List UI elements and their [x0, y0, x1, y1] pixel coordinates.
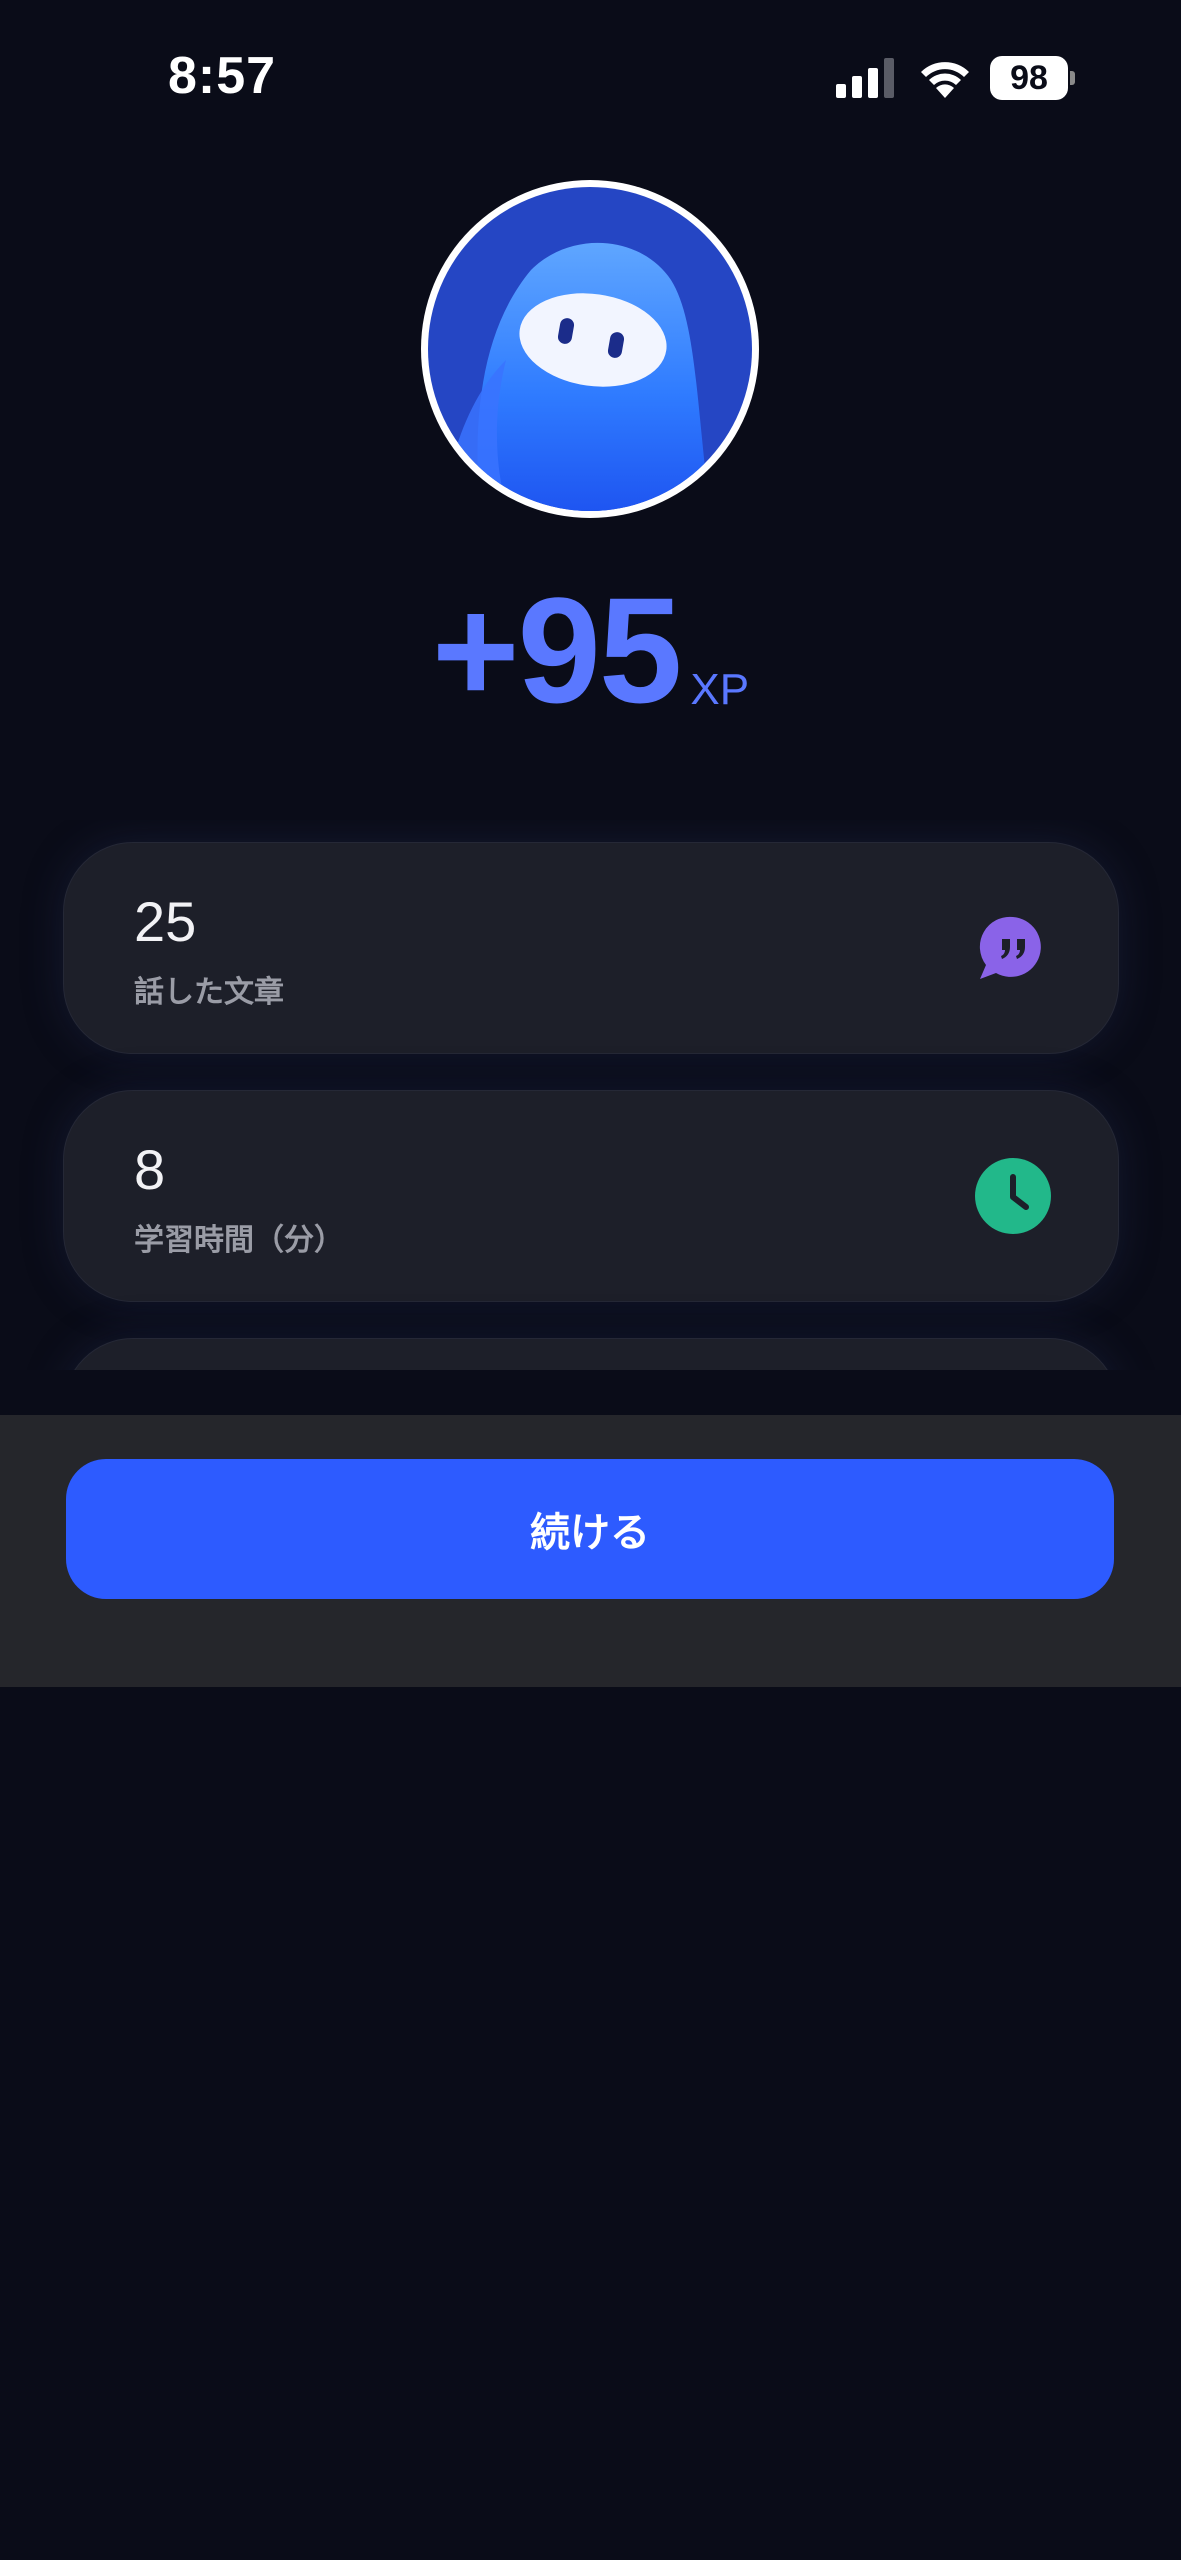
status-time: 8:57: [168, 47, 277, 105]
stat-value: 8: [134, 1138, 166, 1201]
battery-level: 98: [990, 56, 1068, 100]
xp-value: +95: [431, 566, 682, 734]
xp-earned: +95 XP: [0, 575, 1181, 725]
stat-card-partial: [63, 1338, 1119, 1370]
stat-card-sentences: 25 話した文章: [63, 842, 1119, 1054]
ghost-mascot-avatar: [421, 180, 759, 518]
quote-bubble-icon: [979, 916, 1041, 979]
clock-icon: [975, 1158, 1051, 1234]
wifi-icon: [921, 62, 969, 98]
stat-card-study-time: 8 学習時間（分）: [63, 1090, 1119, 1302]
bottom-action-bar: 続ける: [0, 1415, 1181, 1687]
xp-unit: XP: [690, 665, 750, 714]
stats-list: 25 話した文章 8 学習時間（分）: [0, 820, 1181, 1370]
cellular-signal-icon: [836, 58, 894, 98]
battery-indicator: 98: [990, 56, 1075, 100]
stat-label: 話した文章: [134, 975, 284, 1010]
stat-value: 25: [134, 890, 197, 953]
continue-button[interactable]: 続ける: [66, 1459, 1114, 1599]
battery-tip: [1070, 71, 1075, 85]
stat-label: 学習時間（分）: [134, 1223, 344, 1258]
